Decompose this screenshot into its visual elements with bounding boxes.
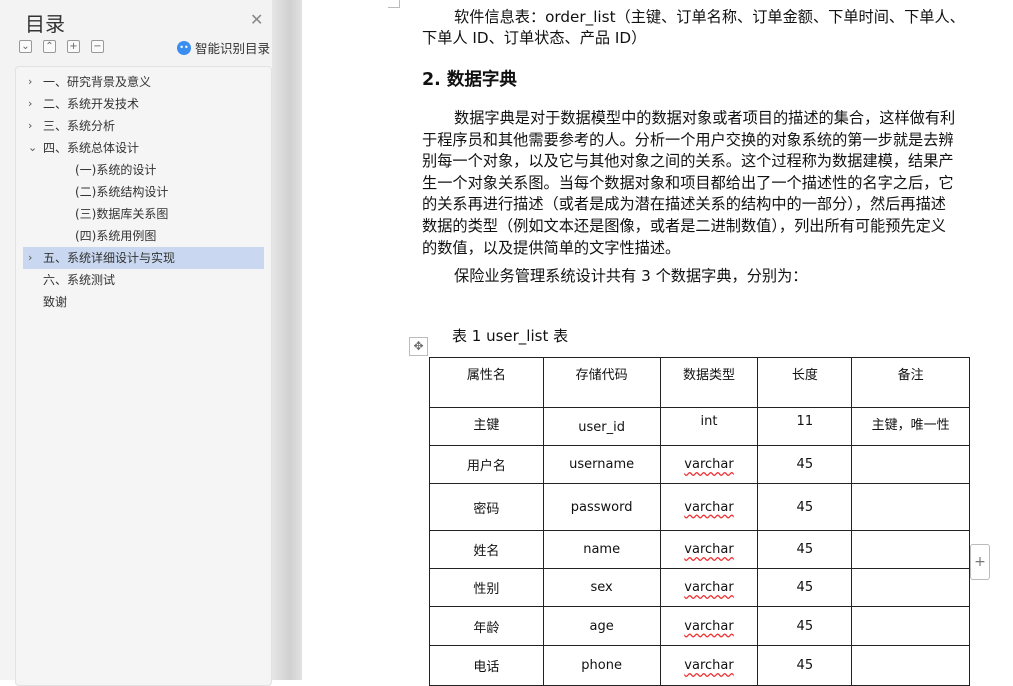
toc-item[interactable]: › 一、研究背景及意义 [23, 71, 264, 93]
toc-item-label: 五、系统详细设计与实现 [43, 251, 176, 265]
smart-toc-label: 智能识别目录 [195, 41, 271, 56]
table-cell[interactable]: 45 [757, 606, 853, 646]
toc-tree: › 一、研究背景及意义 › 二、系统开发技术 › 三、系统分析 ⌄ 四、系统总体设计 (一)系统… [15, 66, 272, 686]
table-row: 密码 password varchar 45 [429, 483, 970, 531]
table-cell[interactable]: age [542, 606, 661, 646]
doc-line: 数据的类型（例如文本还是图像，或者是二进制数值），列出所有可能预先定义 [422, 217, 946, 235]
table-cell[interactable]: sex [542, 568, 661, 607]
table-cell[interactable] [851, 445, 970, 484]
doc-line: 的数值，以及提供简单的文字性描述。 [422, 238, 681, 257]
table-cell[interactable]: 姓名 [429, 530, 544, 569]
toc-title: 目录 [25, 12, 65, 36]
doc-line: 别每一个对象，以及它与其他对象之间的关系。这个过程称为数据建模，结果产 [422, 152, 954, 171]
table-cell[interactable]: 长度 [757, 357, 853, 408]
table-cell[interactable] [851, 606, 970, 646]
doc-line: 生一个对象关系图。当每个数据对象和项目都给出了一个描述性的名字之后，它 [422, 173, 954, 192]
table-cell[interactable]: 属性名 [429, 357, 544, 408]
toc-item-label: 三、系统分析 [43, 119, 116, 133]
table-cell[interactable]: 年龄 [429, 606, 544, 646]
toc-item[interactable]: › 二、系统开发技术 [23, 93, 264, 115]
toc-item-label: 一、研究背景及意义 [43, 75, 152, 89]
toc-item[interactable]: 六、系统测试 [23, 269, 264, 291]
toc-item-label: 二、系统开发技术 [43, 97, 140, 111]
table-cell[interactable]: varchar [659, 606, 759, 646]
table-row: 年龄 age varchar 45 [429, 606, 970, 646]
smart-toc-button[interactable]: •• 智能识别目录 [177, 38, 270, 57]
add-level-icon[interactable]: + [67, 40, 80, 53]
table-row: 用户名 username varchar 45 [429, 445, 970, 484]
table-row: 姓名 name varchar 45 [429, 530, 970, 569]
table-cell[interactable]: username [542, 445, 661, 484]
toc-panel: 目录 ✕ ⌄ ⌃ + − •• 智能识别目录 › 一、研究背景及意义 › 二、系统开发技… [0, 0, 280, 686]
table-cell[interactable]: 45 [757, 530, 853, 569]
table-cell[interactable]: 数据类型 [659, 357, 759, 408]
section-heading: 2. 数据字典 [422, 70, 517, 90]
table-cell[interactable]: 11 [757, 407, 853, 446]
toc-item[interactable]: › 三、系统分析 [23, 115, 264, 137]
toc-item[interactable]: (四)系统用例图 [23, 225, 264, 247]
toc-item-label: (三)数据库关系图 [75, 207, 169, 221]
table-cell[interactable]: name [542, 530, 661, 569]
page-corner-mark [388, 0, 400, 8]
user-list-table: 属性名 存储代码 数据类型 长度 备注 主键 user_id int 11 主键，唯一性 用户名 us… [429, 357, 970, 686]
table-cell[interactable]: 45 [757, 568, 853, 607]
chevron-icon[interactable]: › [28, 115, 32, 137]
table-cell[interactable]: int [659, 407, 759, 446]
table-cell[interactable]: 用户名 [429, 445, 544, 484]
table-cell[interactable]: varchar [659, 568, 759, 607]
table-cell[interactable] [851, 568, 970, 607]
toc-item-label: 六、系统测试 [43, 273, 116, 287]
table-cell[interactable]: password [542, 483, 661, 531]
close-icon[interactable]: ✕ [250, 10, 263, 29]
toc-item[interactable]: (三)数据库关系图 [23, 203, 264, 225]
table-cell[interactable]: 备注 [851, 357, 970, 408]
table-cell[interactable]: 密码 [429, 483, 544, 531]
table-cell[interactable]: varchar [659, 530, 759, 569]
chevron-icon[interactable]: › [28, 93, 32, 115]
table-header-row: 属性名 存储代码 数据类型 长度 备注 [429, 357, 970, 408]
chevron-icon[interactable]: ⌄ [28, 137, 37, 159]
doc-line: 于程序员和其他需要参考的人。分析一个用户交换的对象系统的第一步就是去辨 [422, 130, 954, 149]
toc-item-label: (四)系统用例图 [75, 229, 157, 243]
doc-line: 软件信息表：order_list（主键、订单名称、订单金额、下单时间、下单人、 [454, 8, 965, 26]
toc-item-label: (二)系统结构设计 [75, 185, 169, 199]
table-cell[interactable]: 性别 [429, 568, 544, 607]
toc-item[interactable]: (一)系统的设计 [23, 159, 264, 181]
table-row: 主键 user_id int 11 主键，唯一性 [429, 407, 970, 446]
ai-icon: •• [177, 40, 191, 55]
toc-item[interactable]: › 五、系统详细设计与实现 [23, 247, 264, 269]
table-cell[interactable] [851, 483, 970, 531]
table-cell[interactable]: 主键 [429, 407, 544, 446]
table-row: 性别 sex varchar 45 [429, 568, 970, 607]
table-cell[interactable]: varchar [659, 483, 759, 531]
chevron-icon[interactable]: › [28, 71, 32, 93]
document-page: 软件信息表：order_list（主键、订单名称、订单金额、下单时间、下单人、 … [302, 0, 1013, 686]
add-column-button[interactable]: + [970, 544, 990, 580]
table-cell[interactable]: 存储代码 [542, 357, 661, 408]
table-cell[interactable]: 45 [757, 445, 853, 484]
toc-item-label: (一)系统的设计 [75, 163, 157, 177]
doc-line: 保险业务管理系统设计共有 3 个数据字典，分别为： [454, 267, 808, 285]
chevron-icon[interactable]: › [28, 247, 32, 269]
table-caption: 表 1 user_list 表 [452, 327, 569, 345]
table-cell[interactable]: 45 [757, 483, 853, 531]
toc-item[interactable]: ⌄ 四、系统总体设计 [23, 137, 264, 159]
toc-item-label: 四、系统总体设计 [43, 141, 140, 155]
toc-item[interactable]: 致谢 [23, 291, 264, 313]
table-cell[interactable]: user_id [542, 407, 661, 446]
doc-line: 数据字典是对于数据模型中的数据对象或者项目的描述的集合，这样做有利 [454, 109, 956, 127]
table-cell[interactable] [851, 530, 970, 569]
table-move-handle-icon[interactable]: ✥ [409, 337, 428, 356]
table-cell[interactable]: 主键，唯一性 [851, 407, 970, 446]
page-gutter [272, 0, 302, 680]
doc-line: 的关系再进行描述（或者是成为潜在描述关系的结构中的一部分），然后再描述 [422, 195, 946, 214]
toc-item-label: 致谢 [43, 295, 68, 309]
doc-line: 下单人 ID、订单状态、产品 ID） [422, 29, 647, 47]
remove-level-icon[interactable]: − [91, 40, 104, 53]
collapse-all-icon[interactable]: ⌃ [43, 40, 56, 53]
table-cell[interactable]: varchar [659, 445, 759, 484]
toc-item[interactable]: (二)系统结构设计 [23, 181, 264, 203]
expand-all-icon[interactable]: ⌄ [19, 40, 32, 53]
